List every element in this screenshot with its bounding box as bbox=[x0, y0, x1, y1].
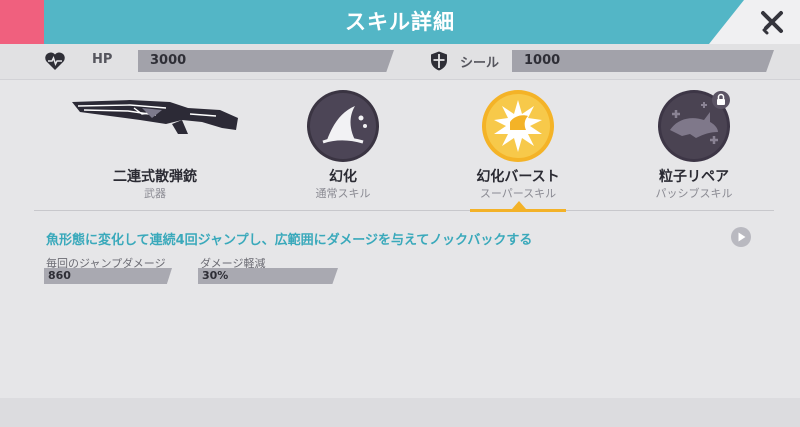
param-value: 30% bbox=[202, 269, 229, 282]
param-value-bar: 30% bbox=[198, 268, 338, 284]
lock-icon bbox=[712, 91, 730, 109]
shark-fin-icon bbox=[307, 90, 379, 162]
hp-label: HP bbox=[92, 52, 113, 67]
shield-label: シール bbox=[460, 56, 500, 71]
skill-normal[interactable]: 幻化 通常スキル bbox=[278, 88, 408, 200]
stats-row: HP 3000 シール 1000 bbox=[0, 44, 800, 80]
shield-icon bbox=[431, 51, 447, 71]
skill-name: 幻化バースト bbox=[476, 169, 560, 185]
skill-name: 二連式散弾銃 bbox=[113, 169, 197, 185]
heart-pulse-icon bbox=[45, 52, 65, 70]
skill-passive[interactable]: 粒子リペア パッシブスキル bbox=[629, 88, 759, 200]
skill-weapon[interactable]: 二連式散弾銃 武器 bbox=[72, 88, 238, 200]
skills-divider bbox=[34, 210, 774, 211]
close-button[interactable] bbox=[758, 8, 786, 36]
shield-value-bar: 1000 bbox=[512, 50, 774, 72]
skill-super[interactable]: 幻化バースト スーパースキル bbox=[453, 88, 583, 200]
header-bar: スキル詳細 bbox=[0, 0, 800, 44]
play-icon bbox=[731, 227, 751, 247]
page-title: スキル詳細 bbox=[345, 10, 455, 34]
active-skill-underline bbox=[470, 209, 566, 212]
shark-burst-icon bbox=[482, 90, 554, 162]
shotgun-icon bbox=[72, 100, 238, 134]
param-value-bar: 860 bbox=[44, 268, 172, 284]
skill-description: 魚形態に変化して連続4回ジャンプし、広範囲にダメージを与えてノックバックする bbox=[46, 233, 533, 248]
skill-type: 通常スキル bbox=[315, 187, 371, 200]
param-value: 860 bbox=[48, 269, 71, 282]
active-skill-caret bbox=[512, 201, 526, 209]
preview-play-button[interactable] bbox=[730, 226, 752, 248]
bottom-band bbox=[0, 398, 800, 427]
close-x-icon bbox=[761, 11, 783, 35]
skill-detail-panel: スキル詳細 HP 3000 シール 1000 二連式散弾銃 武器 幻化 通常スキ… bbox=[0, 0, 800, 427]
hp-value-bar: 3000 bbox=[138, 50, 394, 72]
skill-name: 幻化 bbox=[329, 169, 357, 185]
skill-type: 武器 bbox=[144, 187, 166, 200]
skill-type: スーパースキル bbox=[479, 187, 557, 200]
shield-value: 1000 bbox=[524, 53, 561, 68]
hp-value: 3000 bbox=[150, 53, 187, 68]
skill-name: 粒子リペア bbox=[659, 169, 729, 185]
skill-type: パッシブスキル bbox=[655, 187, 733, 200]
